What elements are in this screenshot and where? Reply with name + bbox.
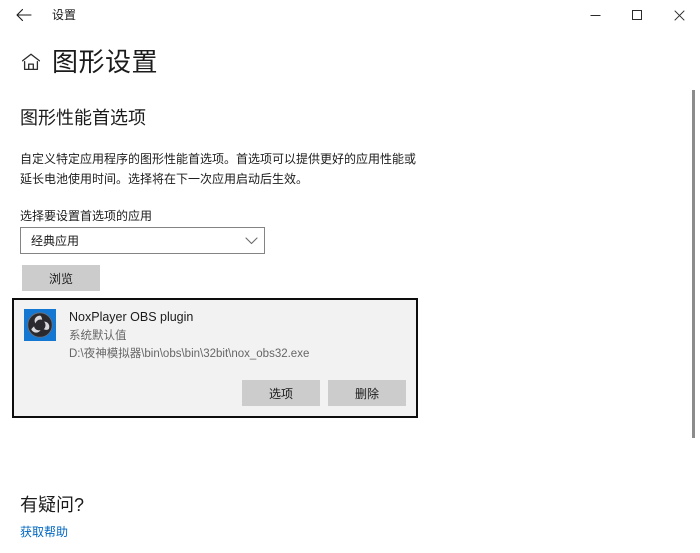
window-titlebar: 设置 [0,0,700,30]
obs-plugin-icon [24,309,56,341]
window-controls [574,0,700,30]
minimize-button[interactable] [574,0,616,30]
section-heading: 图形性能首选项 [20,108,146,128]
page-header: 图形设置 [0,40,700,85]
home-icon[interactable] [19,50,43,74]
app-preference-value: 系统默认值 [69,330,127,342]
close-icon [673,9,685,21]
maximize-icon [631,9,643,21]
titlebar-title: 设置 [52,8,77,22]
get-help-link[interactable]: 获取帮助 [20,523,68,541]
browse-button[interactable]: 浏览 [22,265,100,291]
back-button[interactable] [10,2,38,28]
close-button[interactable] [658,0,700,30]
scrollbar-thumb[interactable] [692,90,695,438]
app-type-dropdown[interactable]: 经典应用 [20,227,265,254]
chevron-down-icon [238,236,264,245]
page-title: 图形设置 [52,47,159,77]
section-description: 自定义特定应用程序的图形性能首选项。首选项可以提供更好的应用性能或延长电池使用时… [20,152,417,186]
remove-button[interactable]: 删除 [328,380,406,406]
minimize-icon [590,10,601,21]
maximize-button[interactable] [616,0,658,30]
vertical-scrollbar[interactable] [688,85,700,553]
app-select-label: 选择要设置首选项的应用 [20,209,153,223]
app-name: NoxPlayer OBS plugin [69,310,194,324]
app-type-dropdown-value: 经典应用 [31,233,80,248]
help-heading: 有疑问? [20,495,85,515]
back-arrow-icon [16,8,32,22]
app-file-path: D:\夜神模拟器\bin\obs\bin\32bit\nox_obs32.exe [69,348,310,360]
app-entry-card[interactable]: NoxPlayer OBS plugin 系统默认值 D:\夜神模拟器\bin\… [12,298,418,418]
options-button[interactable]: 选项 [242,380,320,406]
app-card-actions: 选项 删除 [242,380,406,406]
